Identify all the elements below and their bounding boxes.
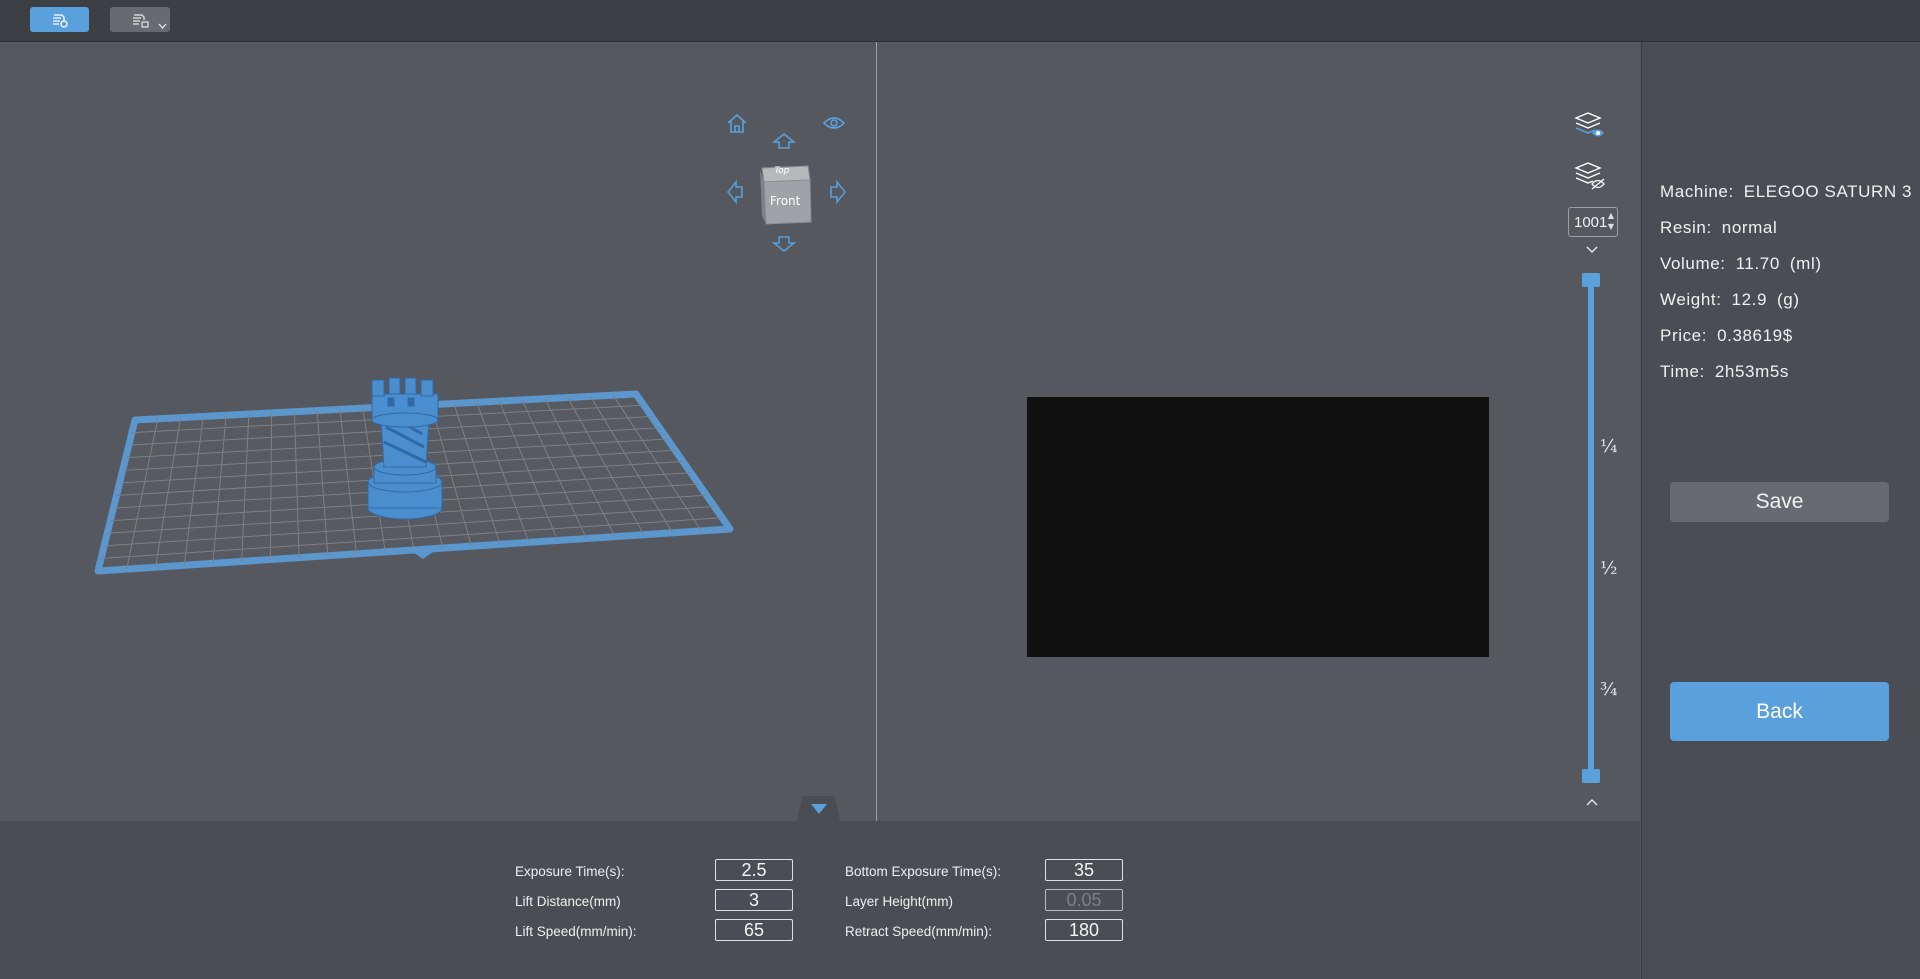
machine-value: ELEGOO SATURN 3 [1743, 182, 1913, 201]
weight-unit: (g) [1777, 290, 1800, 309]
bottom-exposure-time-field[interactable]: 35 [1045, 859, 1123, 881]
resin-value: normal [1721, 218, 1778, 237]
time-info: Time: 2h53m5s [1660, 362, 1789, 382]
eye-icon[interactable] [823, 115, 845, 131]
view-cube-top-label: Top [773, 166, 791, 176]
layer-number-spinbox[interactable]: 1001 ▲ ▼ [1568, 207, 1618, 237]
time-label: Time: [1660, 362, 1705, 381]
lift-speed-field[interactable]: 65 [715, 919, 793, 941]
weight-label: Weight: [1660, 290, 1722, 309]
time-value: 2h53m5s [1714, 362, 1790, 381]
top-toolbar [0, 0, 1920, 42]
volume-info: Volume: 11.70 (ml) [1660, 254, 1822, 274]
print-info-panel: Machine: ELEGOO SATURN 3 Resin: normal Vol… [1641, 42, 1920, 979]
chevron-down-icon [158, 23, 167, 29]
price-label: Price: [1660, 326, 1708, 345]
layer-slider-top-handle[interactable] [1582, 273, 1600, 287]
lift-distance-field[interactable]: 3 [715, 889, 793, 911]
price-value: 0.38619$ [1717, 326, 1793, 345]
layer-number-value: 1001 [1574, 213, 1608, 231]
lift-speed-label: Lift Speed(mm/min): [515, 924, 637, 939]
slice-view-icon [50, 12, 70, 28]
layer-height-field: 0.05 [1045, 889, 1123, 911]
resin-info: Resin: normal [1660, 218, 1777, 238]
price-info: Price: 0.38619$ [1660, 326, 1793, 346]
layer-preview-image [1027, 397, 1489, 657]
print-settings-icon [130, 12, 150, 28]
lift-distance-label: Lift Distance(mm) [515, 894, 621, 909]
slider-mark-half: ½ [1600, 558, 1618, 579]
exposure-time-label: Exposure Time(s): [515, 864, 625, 879]
volume-label: Volume: [1660, 254, 1726, 273]
view-navigation: Top Front [720, 70, 850, 260]
print-parameters-panel: Exposure Time(s): 2.5 Lift Distance(mm) … [0, 821, 1640, 979]
machine-info: Machine: ELEGOO SATURN 3 [1660, 182, 1912, 202]
view-cube[interactable]: Top Front [758, 160, 816, 230]
layer-slider-track[interactable] [1588, 280, 1594, 776]
retract-speed-field[interactable]: 180 [1045, 919, 1123, 941]
weight-info: Weight: 12.9 (g) [1660, 290, 1800, 310]
volume-unit: (ml) [1789, 254, 1822, 273]
slider-mark-three-quarters: ¾ [1600, 679, 1618, 700]
show-layers-icon[interactable] [1573, 110, 1607, 146]
triangle-down-icon [810, 800, 828, 819]
model-viewport[interactable]: Top Front [0, 42, 876, 821]
machine-label: Machine: [1660, 182, 1734, 201]
home-icon[interactable] [725, 112, 749, 134]
weight-value: 12.9 [1731, 290, 1768, 309]
arrow-down-icon[interactable] [772, 236, 796, 252]
volume-value: 11.70 [1735, 254, 1780, 273]
slice-view-button[interactable] [30, 7, 89, 32]
slice-preview-viewport: 1001 ▲ ▼ ¼ ½ ¾ [877, 42, 1640, 821]
slider-mark-quarter: ¼ [1600, 436, 1618, 457]
retract-speed-label: Retract Speed(mm/min): [845, 924, 993, 939]
arrow-up-icon[interactable] [772, 133, 796, 149]
exposure-time-field[interactable]: 2.5 [715, 859, 793, 881]
collapse-panel-button[interactable] [797, 796, 840, 822]
layer-up-chevron-icon[interactable] [1585, 794, 1599, 810]
spin-arrows-icon[interactable]: ▲ ▼ [1608, 210, 1614, 232]
print-settings-button[interactable] [110, 7, 170, 32]
back-button[interactable]: Back [1670, 682, 1889, 741]
layer-down-chevron-icon[interactable] [1585, 242, 1599, 258]
hide-layers-icon[interactable] [1573, 160, 1607, 196]
save-button[interactable]: Save [1670, 482, 1889, 522]
resin-label: Resin: [1660, 218, 1712, 237]
layer-height-label: Layer Height(mm) [845, 894, 954, 909]
view-cube-front-label: Front [770, 194, 801, 208]
arrow-right-icon[interactable] [830, 180, 846, 204]
bottom-exposure-time-label: Bottom Exposure Time(s): [845, 864, 1002, 879]
layer-slider-bottom-handle[interactable] [1582, 769, 1600, 783]
arrow-left-icon[interactable] [727, 180, 743, 204]
